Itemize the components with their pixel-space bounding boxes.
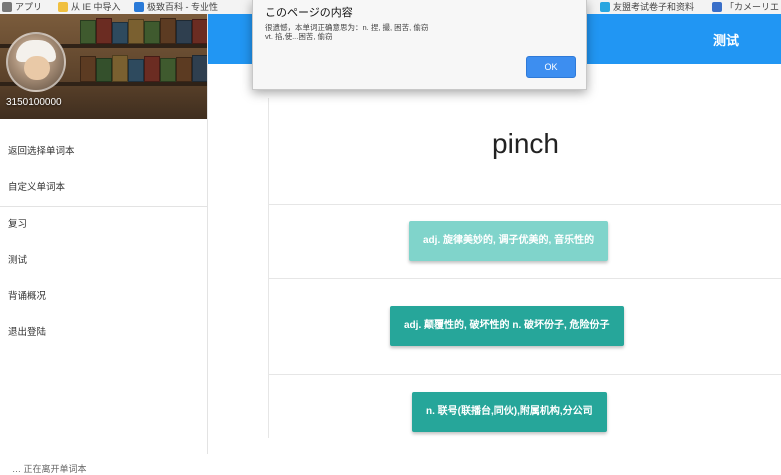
dialog-message: 很遗憾，本单词正确意思为：n. 捏, 撮, 困苦, 偷窃 vt. 掐,使...困… — [265, 23, 565, 41]
apps-grid-icon — [2, 2, 12, 12]
bookmark-camellia[interactable]: 「カメーリエ — [712, 1, 779, 13]
sidebar-item-logout[interactable]: 退出登陆 — [0, 315, 207, 351]
ok-button[interactable]: OK — [526, 56, 576, 78]
quiz-word: pinch — [492, 128, 559, 159]
row-divider — [269, 374, 781, 375]
answer-option-1[interactable]: adj. 旋律美妙的, 调子优美的, 音乐性的 — [409, 221, 609, 261]
sidebar-item-back-to-wordbooks[interactable]: 返回选择单词本 — [0, 134, 207, 170]
bookmark-baike[interactable]: 极致百科 - 专业性 — [134, 1, 218, 13]
sidebar-item-custom-wordbook[interactable]: 自定义单词本 — [0, 170, 207, 206]
sidebar-item-test[interactable]: 测试 — [0, 243, 207, 279]
bookmark-apps[interactable]: アプリ — [2, 1, 42, 13]
sidebar-menu: 返回选择单词本 自定义单词本 复习 测试 背诵概况 退出登陆 — [0, 134, 207, 351]
folder-icon — [58, 2, 68, 12]
row-divider — [269, 204, 781, 205]
sidebar: 3150100000 返回选择单词本 自定义单词本 复习 测试 背诵概况 退出登… — [0, 14, 208, 454]
row-divider — [269, 278, 781, 279]
bookmark-site-icon — [712, 2, 722, 12]
bookmark-exam[interactable]: 友盟考试卷子和资料 — [600, 1, 694, 13]
quiz-card: pinch adj. 旋律美妙的, 调子优美的, 音乐性的 adj. 颠覆性的,… — [268, 98, 781, 438]
sidebar-item-review[interactable]: 复习 — [0, 207, 207, 243]
answer-option-3[interactable]: n. 联号(联播台,同伙),附属机构,分公司 — [412, 392, 607, 432]
answer-option-2[interactable]: adj. 颠覆性的, 破坏性的 n. 破坏份子, 危险份子 — [390, 306, 624, 346]
sidebar-item-overview[interactable]: 背诵概况 — [0, 279, 207, 315]
status-text: … 正在离开单词本 — [12, 464, 87, 474]
bookmark-site-icon — [600, 2, 610, 12]
bookmark-ie-import[interactable]: 从 IE 中导入 — [58, 1, 121, 13]
username: 3150100000 — [6, 97, 62, 108]
avatar[interactable] — [6, 32, 66, 92]
dialog-message-line: 很遗憾，本单词正确意思为：n. 捏, 撮, 困苦, 偷窃 — [265, 23, 429, 32]
page-title: 测试 — [712, 33, 739, 48]
sidebar-cover-image: 3150100000 — [0, 14, 207, 119]
alert-dialog: このページの内容 很遗憾，本单词正确意思为：n. 捏, 撮, 困苦, 偷窃 vt… — [252, 0, 587, 90]
bookmark-site-icon — [134, 2, 144, 12]
dialog-message-line: vt. 掐,使...困苦, 偷窃 — [265, 32, 333, 41]
dialog-title: このページの内容 — [265, 7, 353, 19]
